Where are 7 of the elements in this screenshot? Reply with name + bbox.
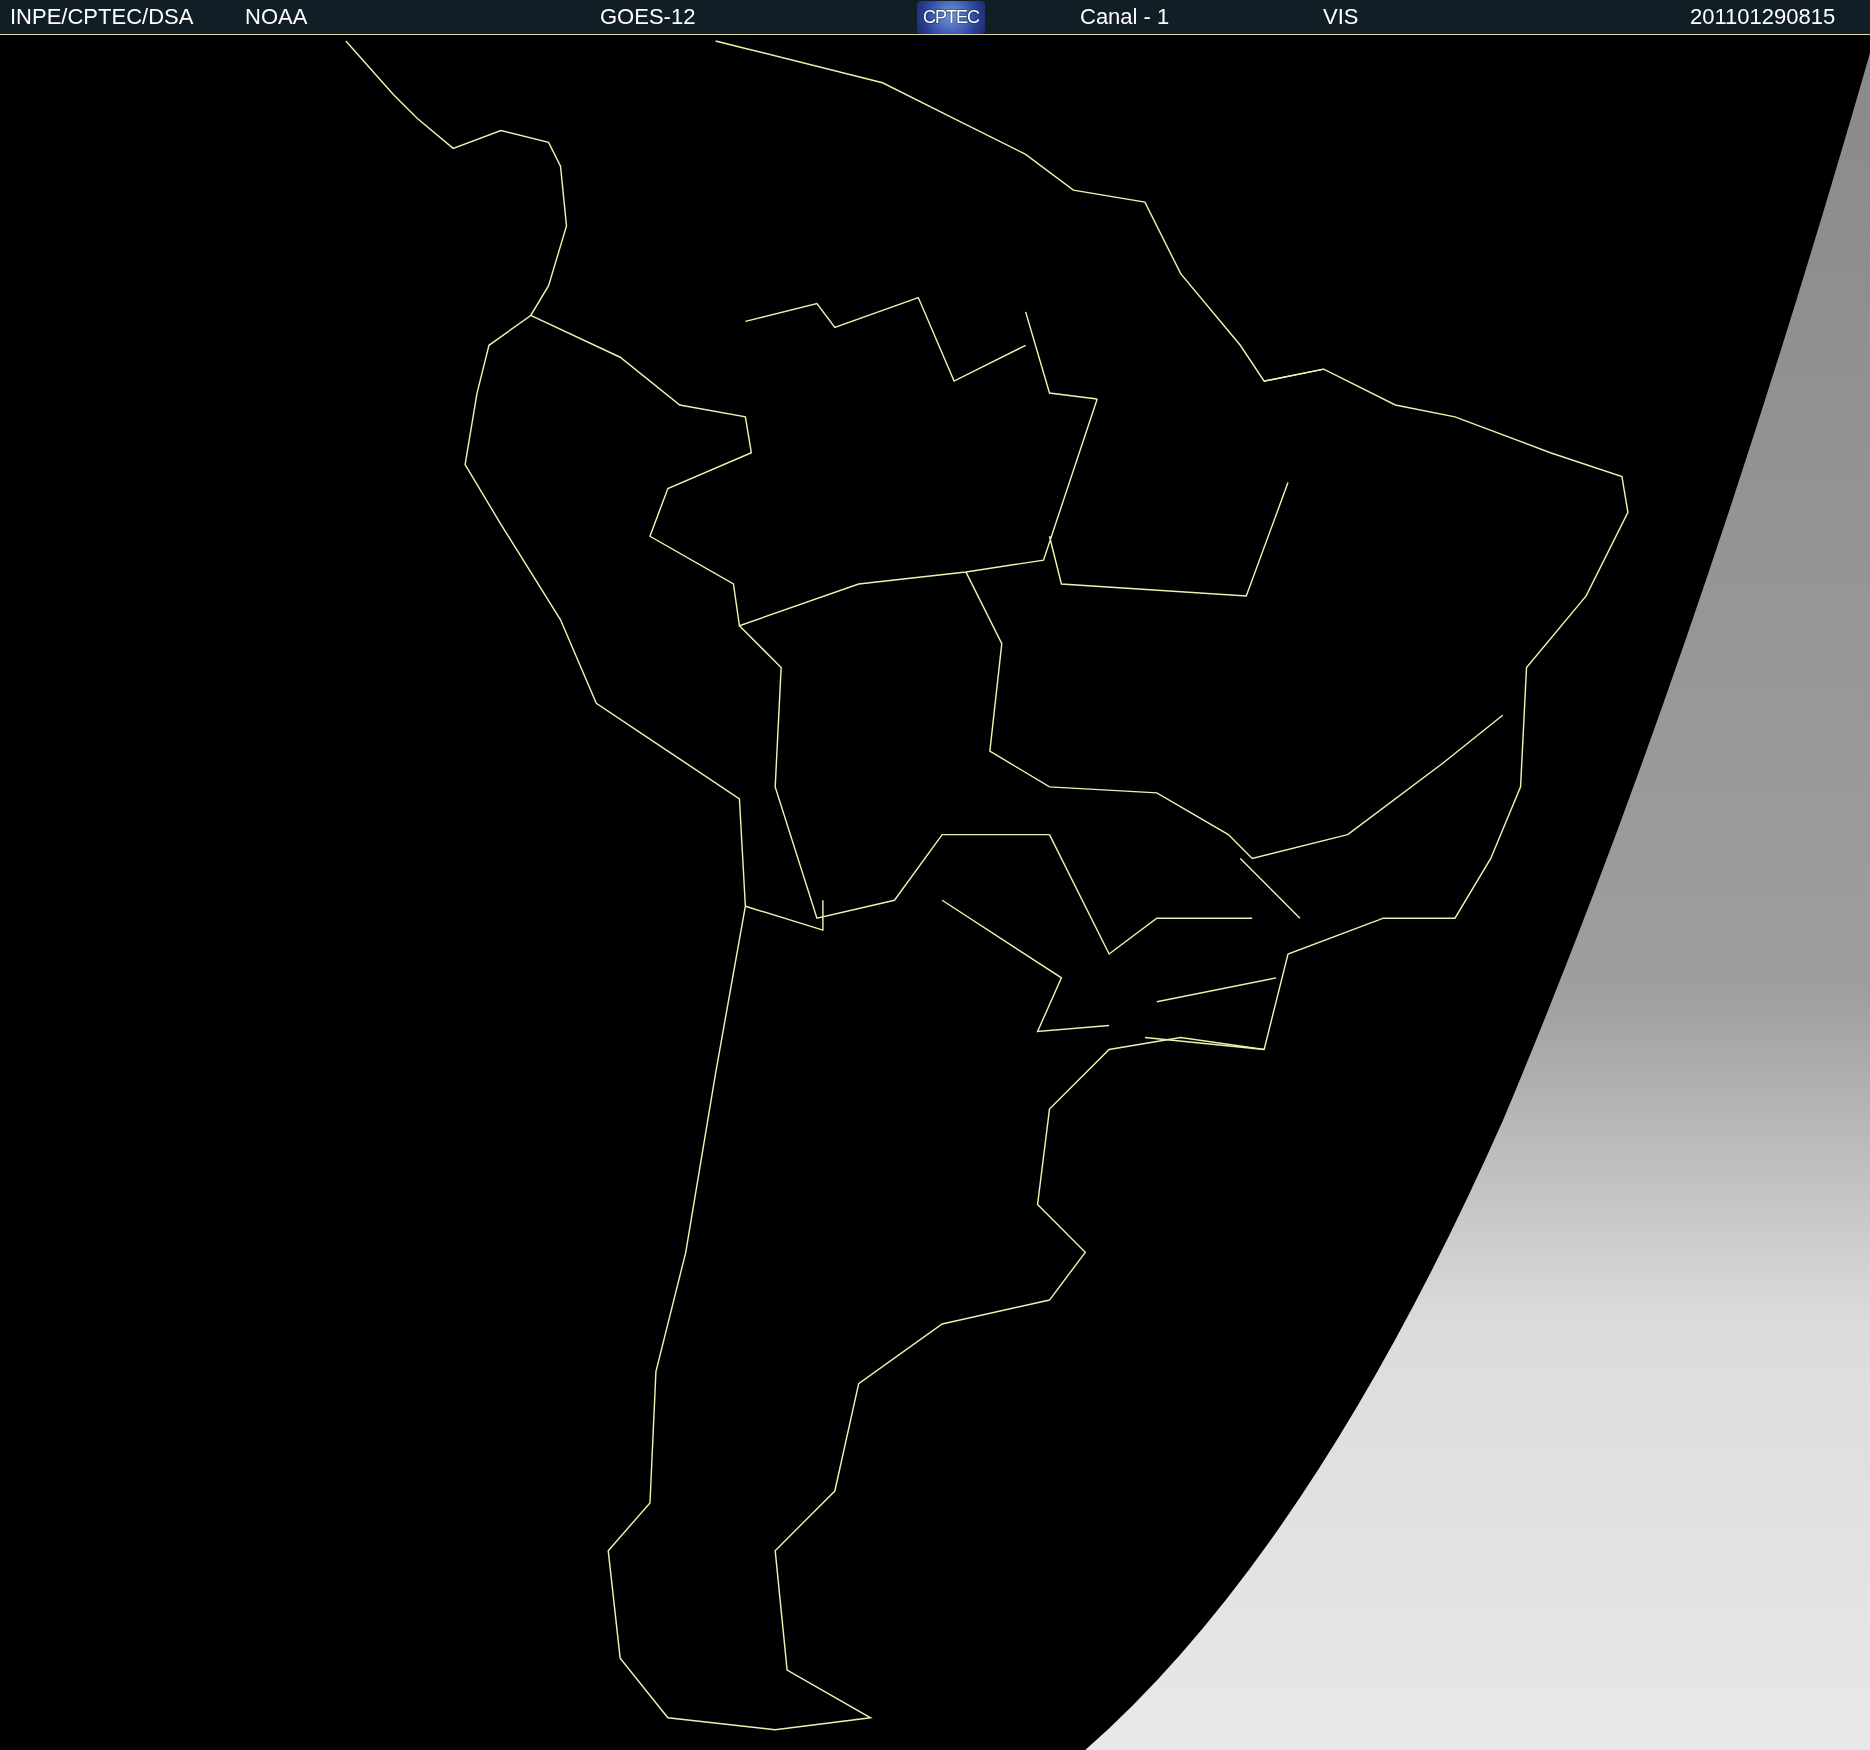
header-label: INPE/CPTEC/DSA <box>10 4 194 29</box>
header-label: NOAA <box>245 4 308 29</box>
header-label: Canal - 1 <box>1080 4 1170 29</box>
header-label: 201101290815 <box>1690 4 1836 29</box>
header-label: VIS <box>1323 4 1359 29</box>
header-label: GOES-12 <box>600 4 696 29</box>
agency-logo: CPTEC <box>917 0 985 34</box>
